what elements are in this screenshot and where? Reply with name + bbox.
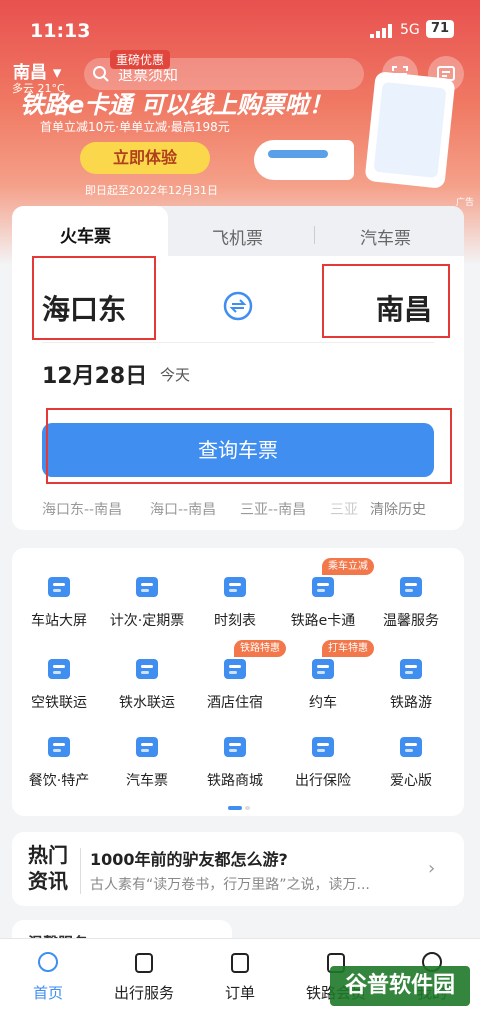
car-icon xyxy=(312,659,334,679)
train-illustration xyxy=(254,140,354,180)
service-label: 约车 xyxy=(309,695,337,711)
from-station[interactable]: 海口东 xyxy=(42,288,126,328)
bus-icon xyxy=(136,737,158,757)
chevron-right-icon[interactable]: › xyxy=(428,858,435,879)
swap-stations-icon[interactable] xyxy=(222,290,254,322)
service-ticket-pass[interactable]: 计次·定期票 xyxy=(102,572,192,630)
network-type: 5G xyxy=(400,22,420,38)
care-service-icon xyxy=(400,577,422,597)
ticket-pass-icon xyxy=(136,577,158,597)
today-label: 今天 xyxy=(160,366,191,384)
news-subtitle: 古人素有“读万卷书，行万里路”之说，读万... xyxy=(90,877,370,893)
tab-bus[interactable]: 汽车票 xyxy=(360,224,411,249)
service-hotel[interactable]: 酒店住宿 xyxy=(190,654,280,712)
nav-luggage[interactable]: 出行服务 xyxy=(96,950,192,1003)
service-label: 铁水联运 xyxy=(119,695,175,711)
watermark: 谷普软件园 xyxy=(330,966,470,1006)
service-ecard[interactable]: 铁路e卡通 xyxy=(278,572,368,630)
hotel-icon xyxy=(224,659,246,679)
page-indicator xyxy=(228,806,250,810)
service-heart[interactable]: 爱心版 xyxy=(366,732,456,790)
battery-level: 71 xyxy=(426,20,454,38)
service-label: 车站大屏 xyxy=(31,613,87,629)
search-icon xyxy=(93,66,109,82)
order-icon xyxy=(231,953,249,973)
nav-order[interactable]: 订单 xyxy=(192,950,288,1003)
air-rail-icon xyxy=(48,659,70,679)
mall-icon xyxy=(224,737,246,757)
timetable-icon xyxy=(224,577,246,597)
service-label: 酒店住宿 xyxy=(207,695,263,711)
promo-title: 铁路e卡通 可以线上购票啦！ xyxy=(20,91,333,119)
service-mall[interactable]: 铁路商城 xyxy=(190,732,280,790)
clear-history-button[interactable]: 清除历史 xyxy=(370,499,426,519)
travel-date[interactable]: 12月28日 xyxy=(42,358,147,390)
history-item[interactable]: 海口东--南昌 xyxy=(42,499,122,519)
luggage-icon xyxy=(135,953,153,973)
service-rail-tour[interactable]: 铁路游 xyxy=(366,654,456,712)
service-dining[interactable]: 餐饮·特产 xyxy=(14,732,104,790)
home-icon xyxy=(38,952,58,972)
history-item[interactable]: 三亚 xyxy=(330,499,358,519)
service-label: 时刻表 xyxy=(214,613,256,629)
history-item[interactable]: 三亚--南昌 xyxy=(240,499,306,519)
rail-water-icon xyxy=(136,659,158,679)
station-screen-icon xyxy=(48,577,70,597)
service-label: 空铁联运 xyxy=(31,695,87,711)
history-item[interactable]: 海口--南昌 xyxy=(150,499,216,519)
service-label: 铁路游 xyxy=(390,695,432,711)
service-bus[interactable]: 汽车票 xyxy=(102,732,192,790)
service-label: 汽车票 xyxy=(126,773,168,789)
service-rail-water[interactable]: 铁水联运 xyxy=(102,654,192,712)
divider xyxy=(80,848,81,894)
tab-divider xyxy=(314,226,315,244)
nav-label: 出行服务 xyxy=(113,984,174,1002)
service-label: 铁路e卡通 xyxy=(290,613,356,629)
highlight-query xyxy=(46,408,452,484)
nav-label: 首页 xyxy=(32,984,63,1002)
divider xyxy=(42,342,434,343)
service-care-service[interactable]: 温馨服务 xyxy=(366,572,456,630)
dining-icon xyxy=(48,737,70,757)
service-station-screen[interactable]: 车站大屏 xyxy=(14,572,104,630)
service-insurance[interactable]: 出行保险 xyxy=(278,732,368,790)
service-label: 爱心版 xyxy=(390,773,432,789)
news-title[interactable]: 1000年前的驴友都怎么游? xyxy=(90,846,288,870)
phone-illustration xyxy=(364,71,456,189)
hot-news-label: 热门 资讯 xyxy=(28,843,68,893)
service-label: 铁路商城 xyxy=(207,773,263,789)
service-timetable[interactable]: 时刻表 xyxy=(190,572,280,630)
signal-icon xyxy=(370,24,392,38)
tab-train-label[interactable]: 火车票 xyxy=(60,222,111,247)
ad-label: 广告 xyxy=(456,198,475,208)
service-label: 计次·定期票 xyxy=(109,613,185,629)
service-label: 餐饮·特产 xyxy=(28,773,90,789)
promo-badge: 重磅优惠 xyxy=(110,50,171,69)
promo-date: 即日起至2022年12月31日 xyxy=(85,184,218,197)
service-car[interactable]: 约车 xyxy=(278,654,368,712)
service-air-rail[interactable]: 空铁联运 xyxy=(14,654,104,712)
insurance-icon xyxy=(312,737,334,757)
rail-tour-icon xyxy=(400,659,422,679)
ecard-icon xyxy=(312,577,334,597)
promo-subtitle: 首单立减10元·单单立减·最高198元 xyxy=(40,120,230,134)
heart-icon xyxy=(400,737,422,757)
nav-home[interactable]: 首页 xyxy=(0,950,96,1003)
tab-flight[interactable]: 飞机票 xyxy=(212,224,263,249)
service-label: 温馨服务 xyxy=(383,613,439,629)
service-label: 出行保险 xyxy=(295,773,351,789)
promo-cta-button[interactable]: 立即体验 xyxy=(80,142,210,174)
nav-label: 订单 xyxy=(224,984,255,1002)
to-station[interactable]: 南昌 xyxy=(376,288,432,328)
status-time: 11:13 xyxy=(30,20,91,42)
